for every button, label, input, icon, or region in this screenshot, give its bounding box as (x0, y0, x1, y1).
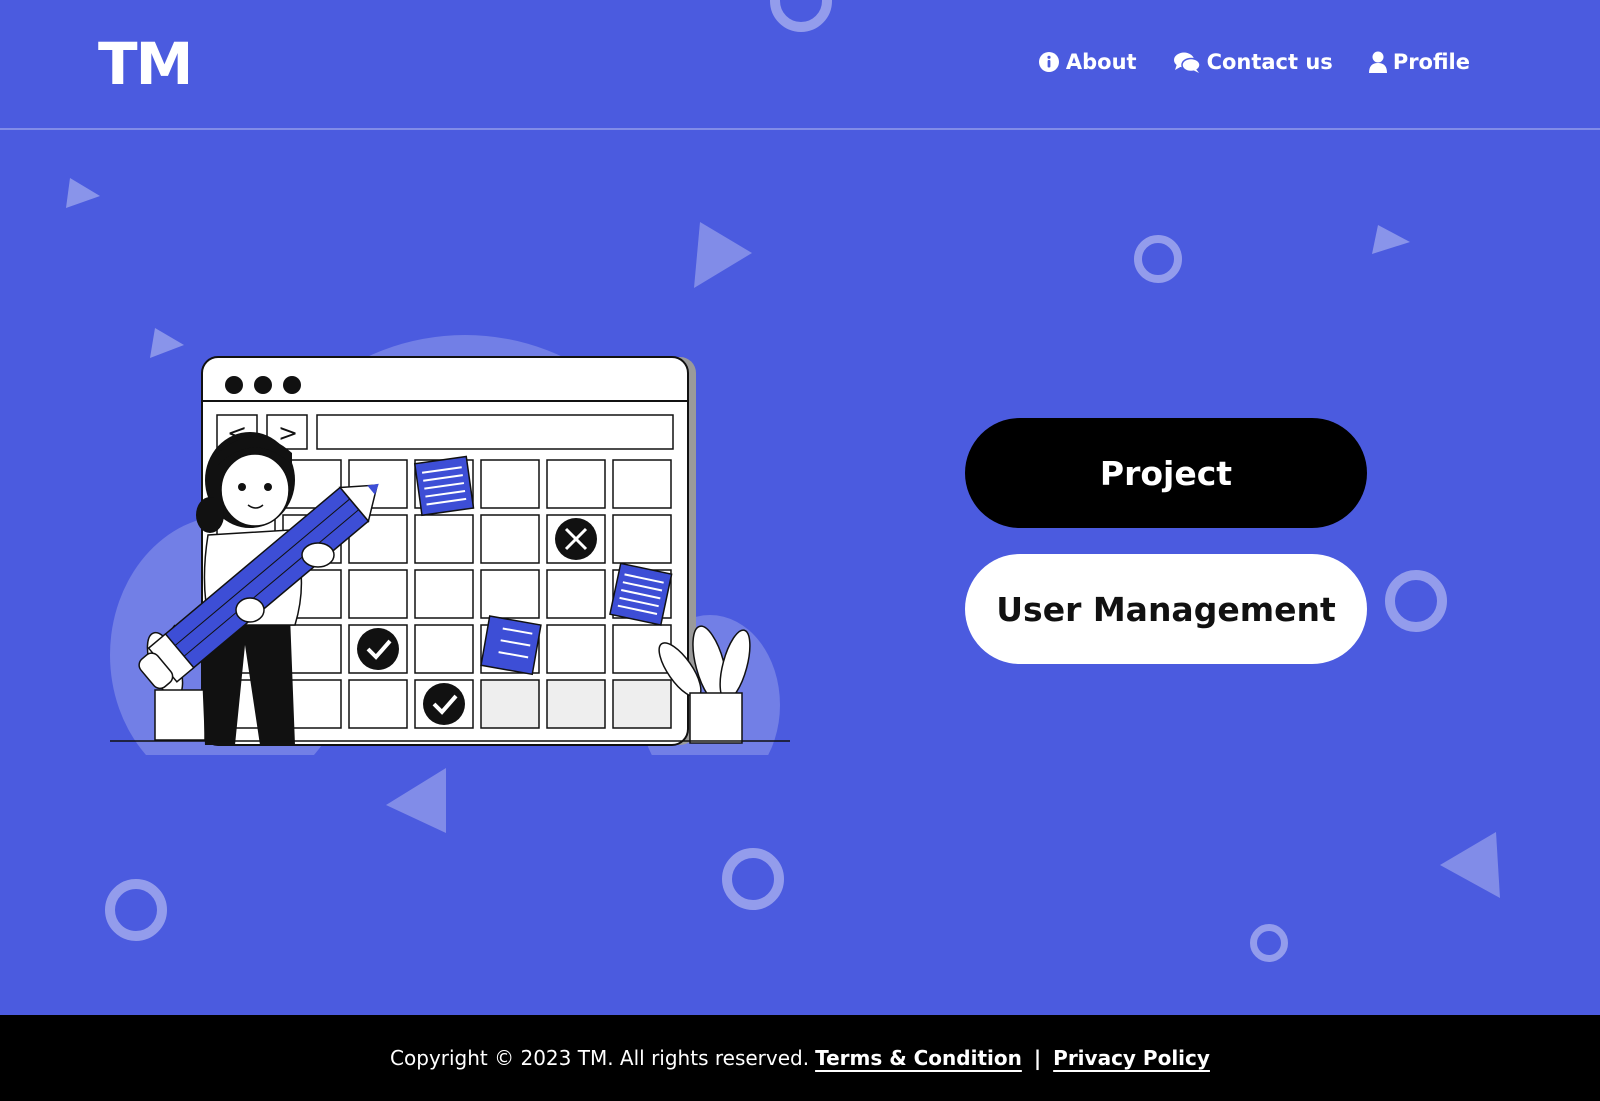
info-icon (1038, 51, 1060, 73)
chat-icon (1173, 51, 1201, 73)
nav-profile-label: Profile (1392, 50, 1470, 74)
calendar-planner-illustration: < > (110, 325, 790, 795)
nav-contact-label: Contact us (1206, 50, 1333, 74)
nav-about-label: About (1065, 50, 1137, 74)
project-button[interactable]: Project (965, 418, 1367, 528)
privacy-link[interactable]: Privacy Policy (1053, 1046, 1210, 1070)
action-buttons: Project User Management (965, 418, 1367, 664)
user-management-button[interactable]: User Management (965, 554, 1367, 664)
nav-about[interactable]: About (1038, 50, 1137, 74)
main-nav: About Contact us Profile (1038, 50, 1470, 74)
nav-profile[interactable]: Profile (1368, 50, 1470, 74)
top-bar: TM About Contact us Profile (0, 0, 1600, 130)
footer-separator: | (1033, 1046, 1042, 1070)
copyright-text: Copyright © 2023 TM. All rights reserved… (390, 1046, 810, 1070)
terms-link[interactable]: Terms & Condition (815, 1046, 1022, 1070)
logo[interactable]: TM (98, 30, 193, 98)
svg-text:>: > (278, 419, 298, 447)
footer: Copyright © 2023 TM. All rights reserved… (0, 1015, 1600, 1101)
user-icon (1368, 51, 1387, 73)
nav-contact[interactable]: Contact us (1173, 50, 1333, 74)
